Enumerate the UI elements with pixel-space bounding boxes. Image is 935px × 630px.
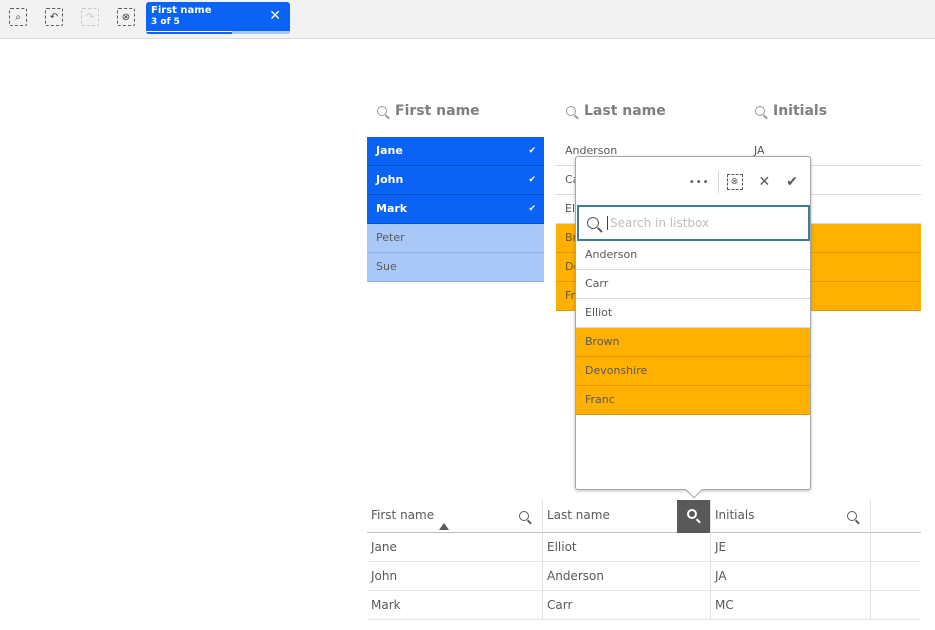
search-icon[interactable] (519, 511, 529, 521)
table-cell-empty (871, 591, 921, 620)
search-icon (755, 106, 765, 116)
table-cell-empty (871, 562, 921, 591)
search-icon[interactable] (847, 511, 857, 521)
table-cell[interactable]: MC (711, 591, 870, 620)
list-item-label: Jane (376, 144, 403, 157)
chip-progress-fill (146, 31, 233, 34)
search-input[interactable] (607, 216, 797, 230)
listbox-search (577, 205, 810, 241)
list-item-label: John (376, 173, 404, 186)
column-divider[interactable] (710, 500, 711, 620)
smart-search-glyph: ⌕ (15, 11, 21, 23)
smart-search-icon[interactable]: ⌕ (9, 8, 27, 26)
list-item-label: Anderson (585, 248, 638, 261)
filter-pane-title-first-name[interactable]: First name (377, 103, 480, 119)
search-icon (687, 509, 697, 519)
selections-toolbar: ⌕ ↶ ↷ ⊗ First name 3 of 5 ✕ (0, 0, 935, 39)
step-forward-glyph: ↷ (85, 11, 95, 23)
table-cell[interactable]: John (367, 562, 542, 591)
active-search-button[interactable] (677, 500, 710, 533)
list-item-label: El (565, 202, 576, 215)
popup-list: Anderson Carr Elliot Brown Devonshire Fr… (576, 241, 810, 415)
list-item[interactable]: Anderson (576, 241, 810, 270)
list-item-label: Peter (376, 231, 405, 244)
filter-pane-title-initials[interactable]: Initials (755, 103, 827, 119)
clear-all-icon[interactable]: ⊗ (117, 8, 135, 26)
column-header-label: Last name (547, 508, 610, 522)
list-item[interactable]: Jane ✔ (367, 137, 544, 166)
column-header-empty (871, 500, 921, 533)
popup-toolbar: ••• ⊗ ✕ ✔ (689, 171, 810, 193)
list-item-label: Devonshire (585, 364, 648, 377)
filter-pane-title-text: Initials (773, 103, 828, 119)
search-icon (377, 106, 387, 116)
step-forward-icon[interactable]: ↷ (81, 8, 99, 26)
list-item[interactable]: John ✔ (367, 166, 544, 195)
filter-pane-title-last-name[interactable]: Last name (566, 103, 666, 119)
table-cell[interactable]: Anderson (543, 562, 710, 591)
check-icon: ✔ (528, 204, 536, 214)
chip-field-name: First name (151, 5, 212, 16)
step-back-glyph: ↶ (49, 11, 59, 23)
search-icon (566, 106, 576, 116)
confirm-icon[interactable]: ✔ (786, 174, 798, 190)
list-item[interactable]: Carr (576, 270, 810, 299)
listbox-popup: ••• ⊗ ✕ ✔ Anderson Carr Elliot Brown Dev… (575, 156, 811, 499)
table-cell[interactable]: Jane (367, 533, 542, 562)
table-cell[interactable]: Carr (543, 591, 710, 620)
close-icon[interactable]: ✕ (269, 8, 281, 24)
clear-selection-icon[interactable]: ⊗ (726, 174, 743, 190)
list-item-label: Brown (585, 335, 620, 348)
selection-chip-first-name[interactable]: First name 3 of 5 ✕ (146, 2, 290, 34)
list-item-label: Sue (376, 260, 397, 273)
list-item-label: Carr (585, 277, 609, 290)
column-header-label: Initials (715, 508, 755, 522)
list-item[interactable]: Peter (367, 224, 544, 253)
column-header-label: First name (371, 508, 435, 522)
list-item[interactable]: Brown (576, 328, 810, 357)
chip-count: 3 of 5 (151, 17, 180, 27)
list-item-label: Fr (565, 289, 576, 302)
toolbar-divider (717, 171, 719, 193)
column-divider[interactable] (542, 500, 543, 620)
table-cell[interactable]: JA (711, 562, 870, 591)
column-header-initials[interactable]: Initials (711, 500, 870, 533)
list-item-label: Franc (585, 393, 615, 406)
popup-caret (685, 481, 703, 499)
table-cell[interactable]: Elliot (543, 533, 710, 562)
list-item[interactable]: Elliot (576, 299, 810, 328)
table-cell[interactable]: JE (711, 533, 870, 562)
step-back-icon[interactable]: ↶ (45, 8, 63, 26)
first-name-listbox: Jane ✔ John ✔ Mark ✔ Peter Sue (367, 137, 544, 282)
clear-all-glyph: ⊗ (121, 11, 131, 23)
list-item[interactable]: Franc (576, 386, 810, 415)
search-icon (587, 217, 599, 229)
list-item[interactable]: Sue (367, 253, 544, 282)
column-divider[interactable] (870, 500, 871, 620)
list-item[interactable]: Mark ✔ (367, 195, 544, 224)
cancel-icon[interactable]: ✕ (759, 174, 771, 190)
filter-pane-title-text: Last name (584, 103, 666, 119)
list-item[interactable]: Devonshire (576, 357, 810, 386)
sort-ascending-icon[interactable] (439, 523, 449, 530)
list-item-label: Elliot (585, 306, 613, 319)
filter-pane-title-text: First name (395, 103, 480, 119)
list-item-label: Mark (376, 202, 408, 215)
table-cell-empty (871, 533, 921, 562)
check-icon: ✔ (528, 175, 536, 185)
table-cell[interactable]: Mark (367, 591, 542, 620)
check-icon: ✔ (528, 146, 536, 156)
column-header-first-name[interactable]: First name (367, 500, 542, 533)
more-icon[interactable]: ••• (689, 177, 710, 188)
